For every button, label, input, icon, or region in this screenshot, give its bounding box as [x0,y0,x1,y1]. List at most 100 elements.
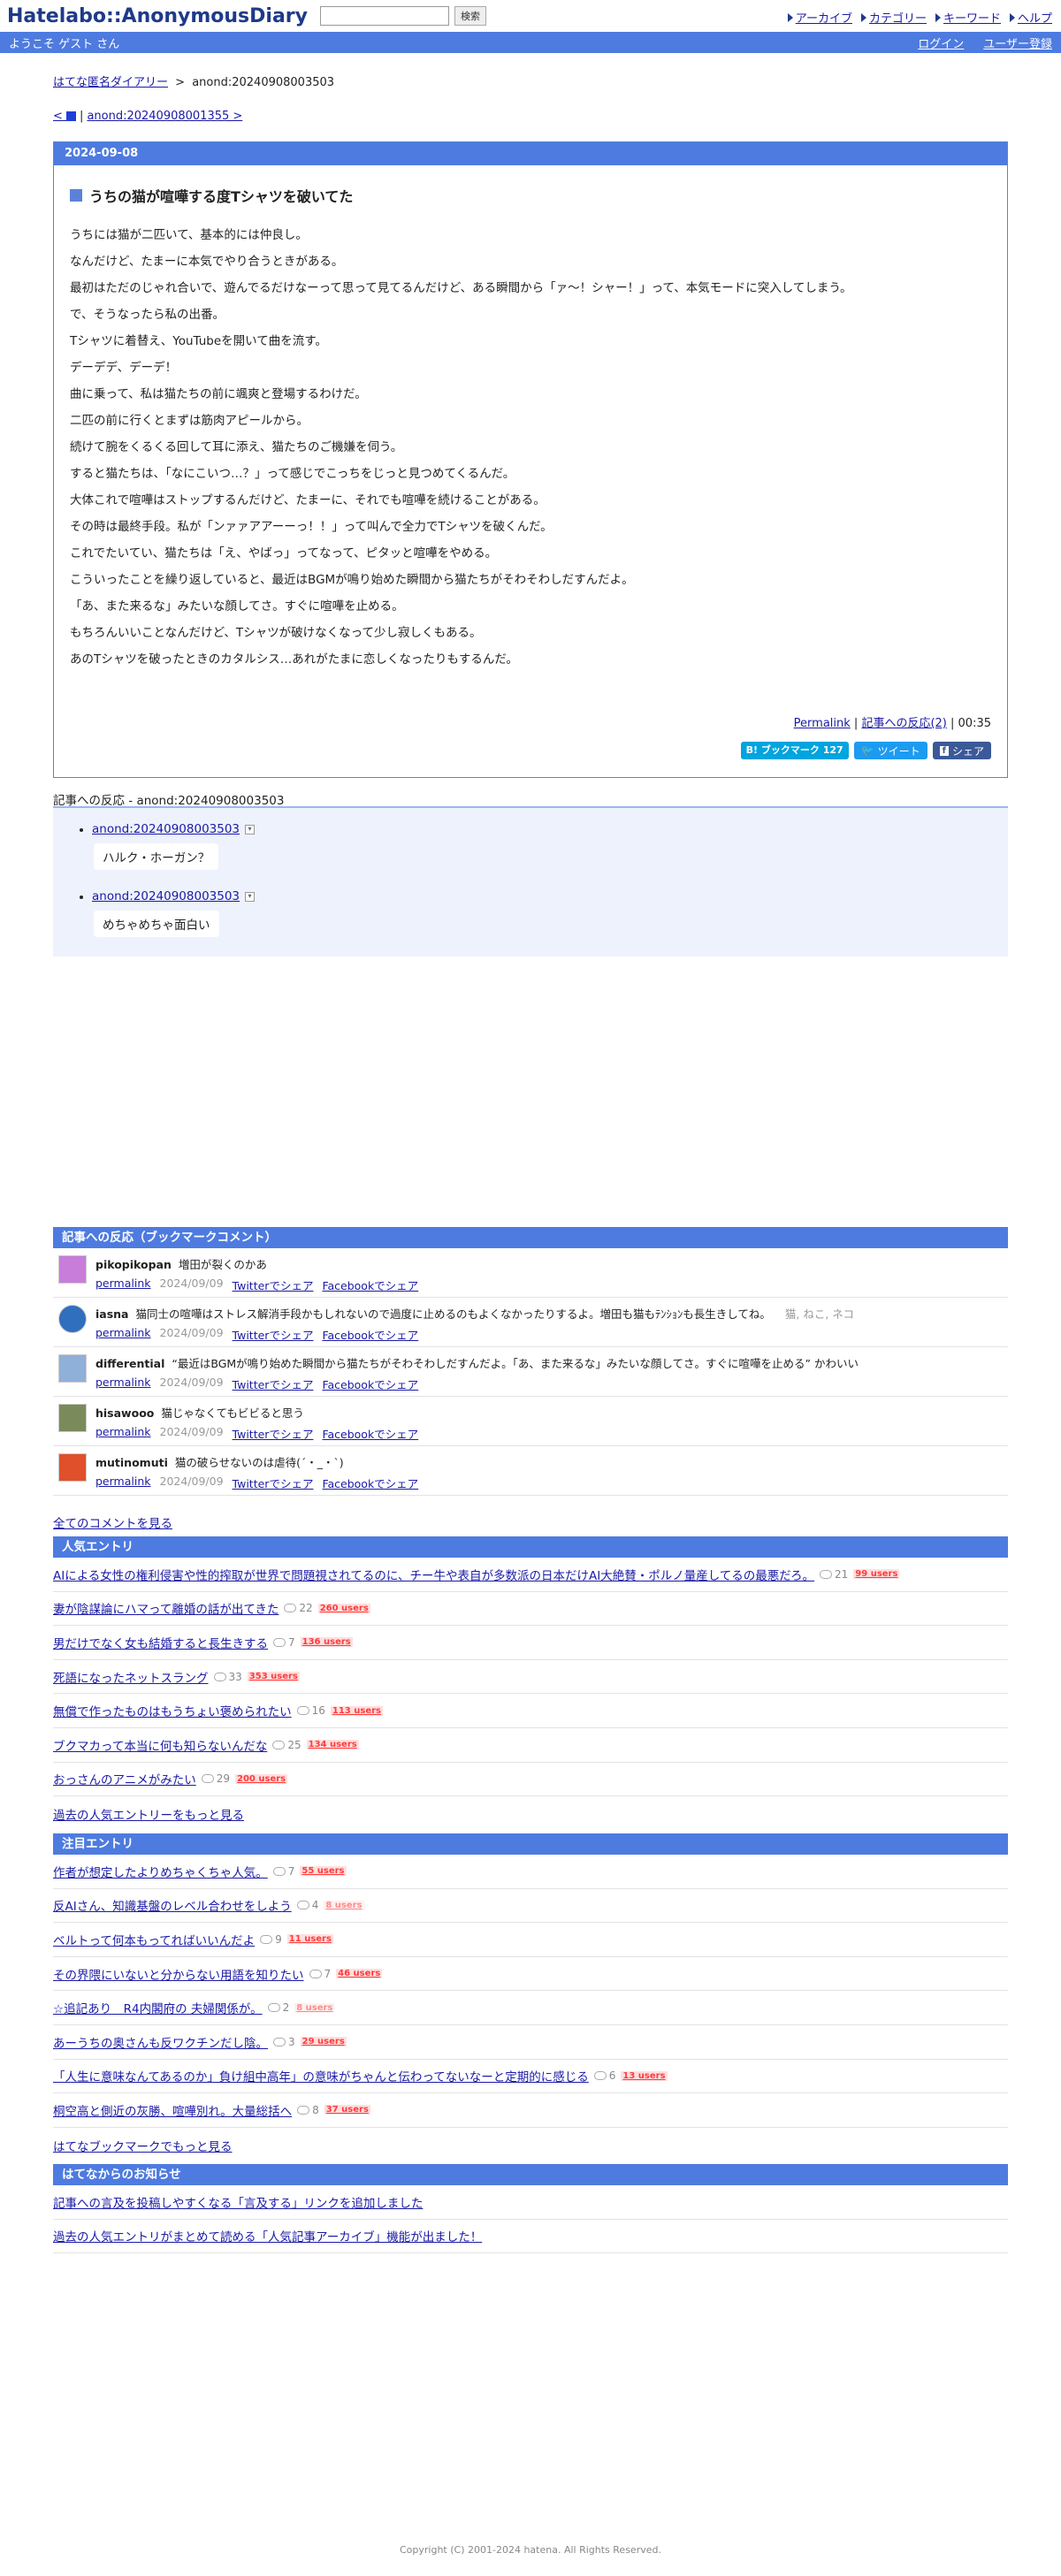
facebook-share-link[interactable]: Facebookでシェア [322,1475,418,1491]
facebook-share-button[interactable]: f シェア [932,742,991,759]
popular-heading: 人気エントリ [53,1536,1008,1558]
entry-link[interactable]: ☆追記あり R4内閣府の 夫婦関係が。 [53,1999,263,2016]
share-row: B! ブックマーク 127 🐦 ツイート f シェア [740,742,991,759]
all-comments-link[interactable]: 全てのコメントを見る [53,1513,172,1531]
entry-link[interactable]: 無償で作ったものはもうちょい褒められたい [53,1702,292,1719]
entry-link[interactable]: 作者が想定したよりめちゃくちゃ人気。 [53,1863,268,1880]
reaction-text: ハルク・ホーガン？ [94,843,219,870]
entry-link[interactable]: ブクマカって本当に何も知らないんだな [53,1736,267,1754]
users-badge[interactable]: 37 users [324,2105,370,2115]
users-badge[interactable]: 260 users [317,1603,370,1613]
avatar[interactable] [58,1404,87,1432]
entry-link[interactable]: おっさんのアニメがみたい [53,1770,196,1787]
entry-link[interactable]: 死語になったネットスラング [53,1668,209,1686]
list-item: 過去の人気エントリがまとめて読める「人気記事アーカイブ」機能が出ました！ [53,2220,1008,2254]
permalink-link[interactable]: permalink [95,1475,151,1491]
article-paragraph: すると猫たちは、「なにこいつ…？」って感じでこっちをじっと見つめてくるんだ。 [70,467,515,481]
notice-link[interactable]: 記事への言及を投稿しやすくなる「言及する」リンクを追加しました [53,2193,423,2211]
facebook-share-link[interactable]: Facebookでシェア [322,1326,418,1343]
permalink-link[interactable]: permalink [95,1425,151,1442]
notices: はてなからのお知らせ 記事への言及を投稿しやすくなる「言及する」リンクを追加しま… [53,2164,1008,2254]
nav-archive[interactable]: アーカイブ [787,9,852,26]
more-attention-link[interactable]: はてなブックマークでもっと見る [53,2137,233,2154]
users-badge[interactable]: 46 users [336,1969,383,1979]
users-badge[interactable]: 99 users [853,1569,900,1580]
permalink-link[interactable]: permalink [95,1326,151,1343]
login-link[interactable]: ログイン [918,34,964,51]
comment-bubble-icon [296,1901,309,1910]
entry-link[interactable]: AIによる女性の権利侵害や性的搾取が世界で問題視されてるのに、チー牛や表自が多数… [53,1566,814,1583]
bookmark-user[interactable]: hisawooo [95,1406,154,1420]
more-popular-link[interactable]: 過去の人気エントリーをもっと見る [53,1805,244,1823]
next-article-link[interactable]: anond:20240908001355 > [87,110,242,123]
entry-link[interactable]: その界隈にいないと分からない用語を知りたい [53,1965,304,1983]
nav-category[interactable]: カテゴリー [860,9,927,26]
expand-toggle-icon[interactable]: ▾ [245,824,256,835]
facebook-share-link[interactable]: Facebookでシェア [322,1425,418,1442]
bookmark-user[interactable]: differential [95,1357,164,1370]
entry-link[interactable]: 男だけでなく女も結婚すると長生きする [53,1634,268,1651]
article-paragraph: 続けて腕をくるくる回して耳に添え、猫たちのご機嫌を伺う。 [70,440,403,454]
users-badge[interactable]: 29 users [300,2037,347,2047]
tweet-button[interactable]: 🐦 ツイート [853,742,927,759]
site-logo[interactable]: Hatelabo::AnonymousDiary [7,5,308,27]
list-item: 作者が想定したよりめちゃくちゃ人気。 7 55 users [53,1855,1008,1889]
search-button[interactable]: 検索 [454,6,486,26]
bookmark-user[interactable]: pikopikopan [95,1258,172,1271]
breadcrumb-home[interactable]: はてな匿名ダイアリー [53,76,168,89]
avatar[interactable] [58,1305,87,1333]
permalink-link[interactable]: permalink [95,1277,151,1293]
notice-link[interactable]: 過去の人気エントリがまとめて読める「人気記事アーカイブ」機能が出ました！ [53,2227,482,2244]
bookmark-date: 2024/09/09 [159,1475,224,1488]
users-badge[interactable]: 136 users [300,1637,353,1648]
users-badge[interactable]: 200 users [235,1773,288,1784]
article-paragraph: 「あ、また来るな」みたいな顔してさ。すぐに喧嘩を止める。 [70,599,404,614]
expand-toggle-icon[interactable]: ▾ [245,891,256,902]
facebook-share-link[interactable]: Facebookでシェア [322,1376,418,1392]
entry-link[interactable]: ベルトって何本もってればいいんだよ [53,1931,255,1948]
entry-link[interactable]: あーうちの奥さんも反ワクチンだし陰。 [53,2033,268,2051]
search-input[interactable] [319,6,449,26]
reaction-link[interactable]: anond:20240908003503 [92,822,240,836]
article-paragraph: 大体これで喧嘩はストップするんだけど、たまーに、それでも喧嘩を続けることがある。 [70,493,546,507]
twitter-share-link[interactable]: Twitterでシェア [233,1475,314,1491]
permalink-link[interactable]: Permalink [794,717,851,730]
comment-bubble-icon [260,1934,273,1944]
avatar[interactable] [58,1354,87,1383]
entry-link[interactable]: 「人生に意味なんてあるのか」負け組中高年」の意味がちゃんと伝わってないなーと定期… [53,2067,589,2084]
register-link[interactable]: ユーザー登録 [983,34,1052,51]
facebook-share-link[interactable]: Facebookでシェア [322,1277,418,1293]
article-body: うちには猫が二匹いて、基本的には仲良し。 なんだけど、たまーに本気でやり合うとき… [70,227,1007,667]
users-badge[interactable]: 13 users [621,2070,668,2081]
twitter-share-link[interactable]: Twitterでシェア [233,1326,314,1343]
entry-link[interactable]: 桐空高と側近の灰勝、喧嘩別れ。大量総括へ [53,2101,292,2119]
users-badge[interactable]: 134 users [306,1740,359,1750]
avatar[interactable] [58,1453,87,1482]
reactions-link[interactable]: 記事への反応(2) [861,717,946,730]
entry-link[interactable]: 妻が陰謀論にハマって離婚の話が出てきた [53,1599,279,1617]
users-badge[interactable]: 113 users [330,1705,383,1716]
reaction-link[interactable]: anond:20240908003503 [92,889,240,903]
article-nav-separator: | [80,110,84,123]
users-badge[interactable]: 55 users [300,1866,347,1877]
nav-keyword[interactable]: キーワード [935,9,1001,26]
bookmark-user[interactable]: iasna [95,1307,129,1321]
prev-article-link[interactable]: < [53,110,77,123]
twitter-share-link[interactable]: Twitterでシェア [233,1376,314,1392]
twitter-share-link[interactable]: Twitterでシェア [233,1425,314,1442]
article-nav: < | anond:20240908001355 > [53,110,242,123]
bookmark-button[interactable]: B! ブックマーク 127 [740,742,849,759]
users-badge[interactable]: 11 users [286,1934,333,1945]
reactions-box: anond:20240908003503 ▾ ハルク・ホーガン？ anond:2… [53,806,1008,956]
welcome-bar: ようこそ ゲスト さん ログイン ユーザー登録 [0,32,1061,53]
users-badge[interactable]: 8 users [294,2002,335,2013]
users-badge[interactable]: 8 users [324,1900,364,1910]
users-badge[interactable]: 353 users [247,1672,300,1682]
permalink-link[interactable]: permalink [95,1376,151,1392]
bookmark-user[interactable]: mutinomuti [95,1456,168,1469]
avatar[interactable] [58,1255,87,1284]
nav-help[interactable]: ヘルプ [1009,9,1052,26]
list-item: その界隈にいないと分からない用語を知りたい 7 46 users [53,1957,1008,1992]
twitter-share-link[interactable]: Twitterでシェア [233,1277,314,1293]
entry-link[interactable]: 反AIさん、知識基盤のレベル合わせをしよう [53,1896,292,1914]
